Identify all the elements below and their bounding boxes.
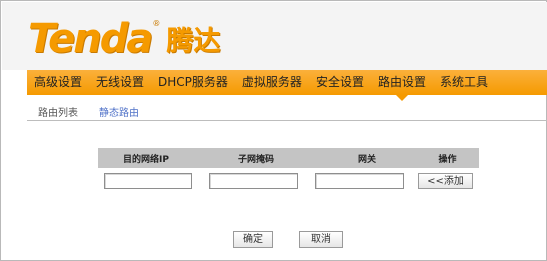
cancel-button[interactable]: 取消	[299, 231, 343, 248]
tenda-logo: Tenda ® 腾达	[28, 13, 220, 59]
subnav-item-static-route[interactable]: 静态路由	[99, 104, 139, 119]
sub-nav: 路由列表 静态路由	[38, 101, 139, 121]
subnet-mask-input[interactable]	[209, 173, 298, 189]
logo-chinese-name: 腾达	[166, 26, 221, 57]
subnav-item-route-list[interactable]: 路由列表	[38, 104, 78, 119]
nav-item-security[interactable]: 安全设置	[309, 70, 371, 95]
registered-mark: ®	[152, 19, 161, 28]
header-dest-ip: 目的网络IP	[123, 154, 169, 165]
header-gateway: 网关	[357, 154, 376, 165]
header-subnet-mask: 子网掩码	[237, 154, 274, 165]
gateway-input[interactable]	[315, 173, 404, 189]
dest-ip-input[interactable]	[104, 173, 192, 189]
confirm-button[interactable]: 确定	[233, 231, 273, 248]
route-entry-row: <<添加	[98, 173, 479, 191]
route-table-header: 目的网络IP 子网掩码 网关 操作	[98, 148, 479, 168]
nav-item-virtual-server[interactable]: 虚拟服务器	[235, 70, 309, 95]
logo-text: Tenda	[28, 16, 153, 62]
router-admin-window: Tenda ® 腾达 高级设置 无线设置 DHCP服务器 虚拟服务器 安全设置 …	[0, 0, 547, 261]
add-route-button[interactable]: <<添加	[418, 173, 473, 189]
header-action: 操作	[438, 154, 457, 165]
nav-item-dhcp[interactable]: DHCP服务器	[151, 70, 235, 95]
subnav-divider	[27, 120, 547, 121]
nav-item-wireless[interactable]: 无线设置	[89, 70, 151, 95]
nav-item-system-tools[interactable]: 系统工具	[433, 70, 495, 95]
header-bar: Tenda ® 腾达	[2, 2, 547, 70]
nav-item-advanced[interactable]: 高级设置	[27, 70, 89, 95]
nav-item-routing[interactable]: 路由设置	[371, 70, 433, 101]
main-nav: 高级设置 无线设置 DHCP服务器 虚拟服务器 安全设置 路由设置 系统工具	[27, 70, 547, 101]
